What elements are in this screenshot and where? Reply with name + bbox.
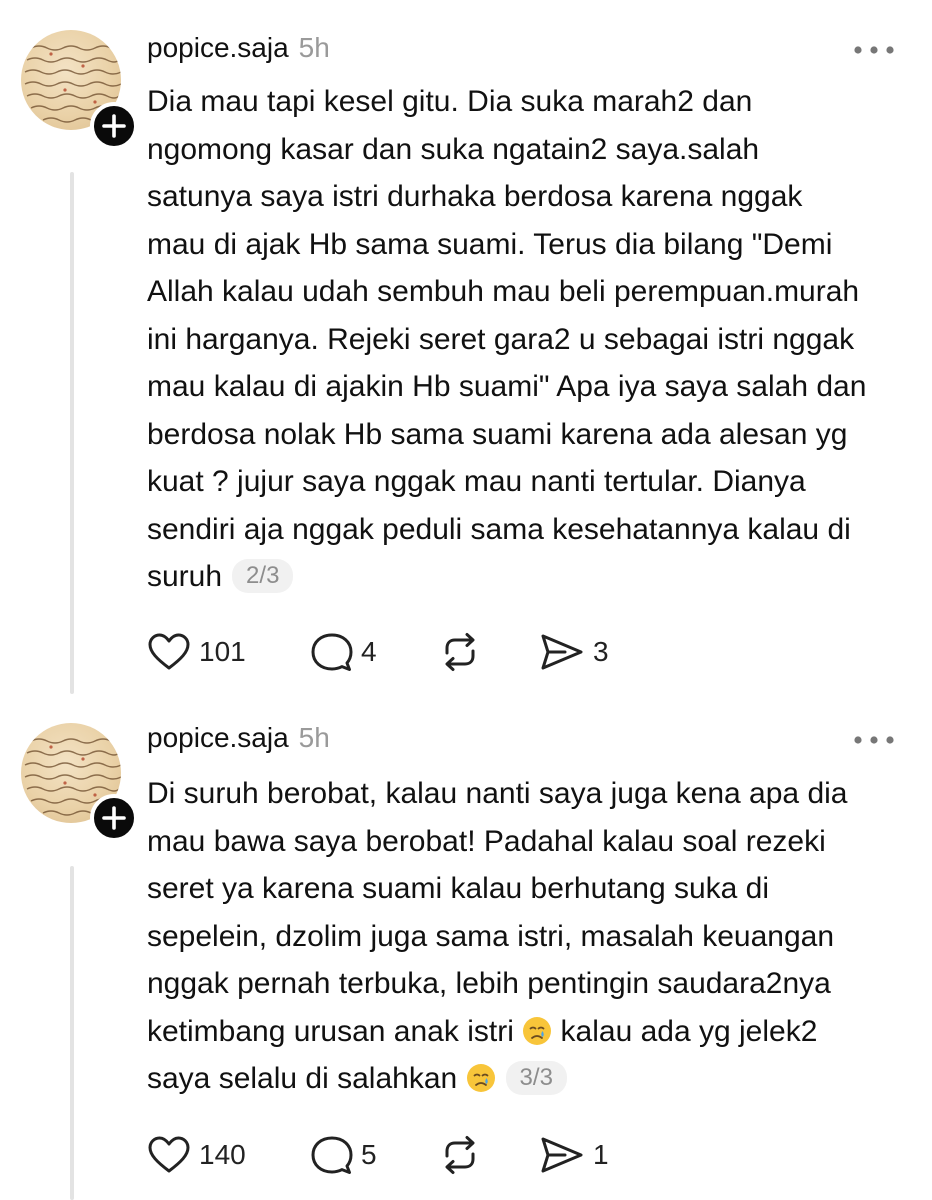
repost-button[interactable] <box>439 1133 481 1177</box>
post-body: Di suruh berobat, kalau nanti saya juga … <box>147 770 917 1103</box>
comment-icon <box>311 633 353 671</box>
crying-face-icon <box>522 1013 552 1045</box>
more-horizontal-icon <box>854 46 894 54</box>
like-button[interactable]: 101 <box>147 630 246 674</box>
reply-button[interactable]: 5 <box>311 1133 377 1177</box>
plus-icon <box>102 114 126 138</box>
send-icon <box>541 1137 583 1173</box>
comment-icon <box>311 1136 353 1174</box>
post-text-part1: Di suruh berobat, kalau nanti saya juga … <box>147 777 848 1048</box>
post-header: popice.saja 5h <box>147 32 330 72</box>
thread-page-indicator: 2/3 <box>232 559 294 593</box>
more-horizontal-icon <box>854 736 894 744</box>
thread-line <box>70 172 74 694</box>
reply-count: 5 <box>361 1139 377 1170</box>
like-count: 140 <box>199 1139 246 1170</box>
post-body: Dia mau tapi kesel gitu. Dia suka marah2… <box>147 78 917 601</box>
share-count: 3 <box>593 636 609 667</box>
repost-button[interactable] <box>439 630 481 674</box>
more-options-button[interactable] <box>852 730 896 750</box>
reply-count: 4 <box>361 636 377 667</box>
follow-button[interactable] <box>90 794 138 842</box>
follow-button[interactable] <box>90 102 138 150</box>
timestamp: 5h <box>298 32 330 63</box>
share-button[interactable]: 3 <box>539 630 609 674</box>
share-button[interactable]: 1 <box>539 1133 609 1177</box>
repost-icon <box>445 633 475 671</box>
heart-icon <box>148 1136 190 1173</box>
repost-icon <box>445 1136 475 1174</box>
heart-icon <box>148 633 190 670</box>
send-icon <box>541 634 583 670</box>
share-count: 1 <box>593 1139 609 1170</box>
username[interactable]: popice.saja <box>147 722 289 754</box>
reply-button[interactable]: 4 <box>311 630 377 674</box>
post-text: Dia mau tapi kesel gitu. Dia suka marah2… <box>147 85 867 593</box>
more-options-button[interactable] <box>852 40 896 60</box>
crying-face-icon <box>466 1060 496 1092</box>
post-header: popice.saja 5h <box>147 722 330 762</box>
thread-page-indicator: 3/3 <box>505 1061 567 1095</box>
thread-line <box>70 866 74 1200</box>
username[interactable]: popice.saja <box>147 32 289 64</box>
timestamp: 5h <box>298 722 330 753</box>
like-button[interactable]: 140 <box>147 1133 246 1177</box>
plus-icon <box>102 806 126 830</box>
like-count: 101 <box>199 636 246 667</box>
